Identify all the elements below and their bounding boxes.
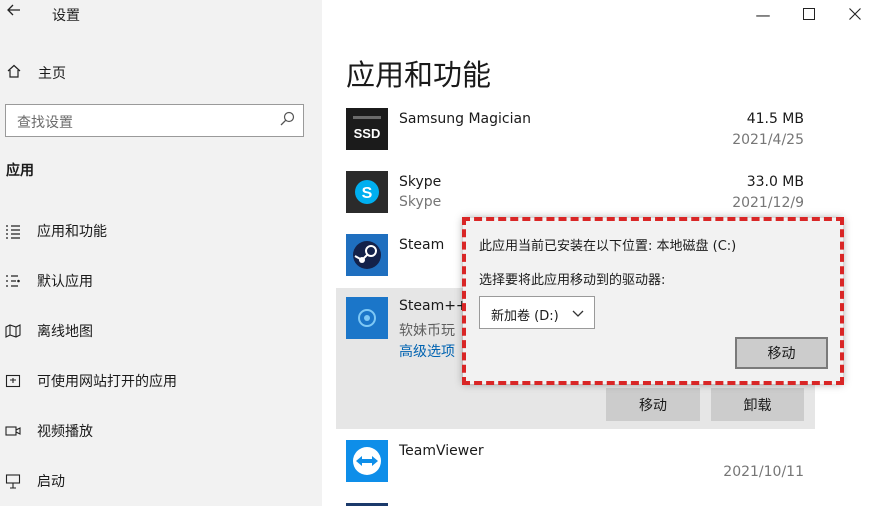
sidebar-item-home[interactable]: 主页	[6, 62, 66, 84]
samsung-ssd-icon: SSD	[346, 108, 388, 150]
app-name: TeamViewer	[399, 443, 484, 459]
skype-icon: S	[346, 171, 388, 213]
apps-for-websites-icon	[4, 373, 22, 389]
sidebar-item-label: 可使用网站打开的应用	[37, 374, 177, 390]
sidebar-item-apps-for-websites[interactable]: 可使用网站打开的应用	[4, 369, 177, 393]
uninstall-button[interactable]: 卸载	[711, 388, 804, 421]
sidebar-item-label: 离线地图	[37, 324, 93, 340]
video-playback-icon	[4, 423, 22, 439]
search-input[interactable]: 查找设置	[5, 104, 304, 137]
app-date: 2021/10/11	[723, 464, 804, 480]
app-date: 2021/12/9	[732, 195, 804, 211]
home-icon	[6, 63, 24, 83]
search-icon[interactable]	[279, 111, 295, 129]
app-name: Steam	[399, 237, 445, 253]
sidebar-item-video-playback[interactable]: 视频播放	[4, 419, 93, 443]
sidebar-item-default-apps[interactable]: 默认应用	[4, 269, 93, 293]
app-list-item-teamviewer[interactable]: TeamViewer 2021/10/11	[346, 440, 806, 490]
svg-text:S: S	[362, 185, 373, 202]
apps-features-icon	[4, 223, 22, 239]
sidebar-item-label: 应用和功能	[37, 224, 107, 240]
app-list-item-skype[interactable]: S Skype Skype 33.0 MB 2021/12/9	[346, 171, 806, 221]
close-icon	[849, 6, 861, 24]
minimize-button[interactable]: —	[740, 0, 786, 30]
maximize-button[interactable]	[786, 0, 832, 30]
close-button[interactable]	[832, 0, 878, 30]
app-name: Samsung Magician	[399, 111, 531, 127]
sidebar-item-startup[interactable]: 启动	[4, 469, 65, 493]
choose-drive-label: 选择要将此应用移动到的驱动器:	[479, 273, 666, 288]
chevron-down-icon	[571, 305, 585, 319]
flyout-move-button[interactable]: 移动	[735, 337, 828, 369]
sidebar-item-label: 默认应用	[37, 274, 93, 290]
app-name: Skype	[399, 174, 442, 190]
window-title: 设置	[52, 8, 80, 24]
app-size: 33.0 MB	[746, 174, 804, 190]
search-placeholder: 查找设置	[17, 115, 73, 131]
app-size: 41.5 MB	[746, 111, 804, 127]
sidebar-item-apps-features[interactable]: 应用和功能	[4, 219, 107, 243]
sidebar-item-label: 启动	[37, 474, 65, 490]
minimize-icon: —	[755, 6, 771, 24]
maximize-icon	[803, 6, 815, 24]
advanced-options-link[interactable]: 高级选项	[399, 341, 455, 361]
steam-icon	[346, 234, 388, 276]
sidebar: 设置 主页 查找设置 应用 应用和功能 默认应用 离线地图 可使用网站打开的应用…	[0, 0, 322, 506]
steampp-icon	[346, 297, 388, 339]
default-apps-icon	[4, 273, 22, 289]
app-list-item-samsung-magician[interactable]: SSD Samsung Magician 41.5 MB 2021/4/25	[346, 108, 806, 158]
app-publisher: 软妹币玩	[399, 323, 455, 339]
back-arrow-icon[interactable]	[6, 2, 26, 26]
startup-icon	[4, 473, 22, 489]
sidebar-item-label: 视频播放	[37, 424, 93, 440]
sidebar-item-offline-maps[interactable]: 离线地图	[4, 319, 93, 343]
move-button[interactable]: 移动	[606, 388, 700, 421]
teamviewer-icon	[346, 440, 388, 482]
section-title: 应用	[6, 163, 34, 179]
current-location-text: 此应用当前已安装在以下位置: 本地磁盘 (C:)	[479, 239, 737, 254]
svg-text:SSD: SSD	[354, 126, 381, 141]
drive-dropdown-value: 新加卷 (D:)	[491, 309, 559, 324]
drive-dropdown[interactable]: 新加卷 (D:)	[479, 296, 595, 329]
app-publisher: Skype	[399, 194, 442, 210]
app-date: 2021/4/25	[732, 132, 804, 148]
offline-maps-icon	[4, 323, 22, 339]
page-title: 应用和功能	[346, 58, 492, 92]
app-name: Steam++	[399, 298, 468, 314]
sidebar-item-label: 主页	[38, 66, 66, 82]
